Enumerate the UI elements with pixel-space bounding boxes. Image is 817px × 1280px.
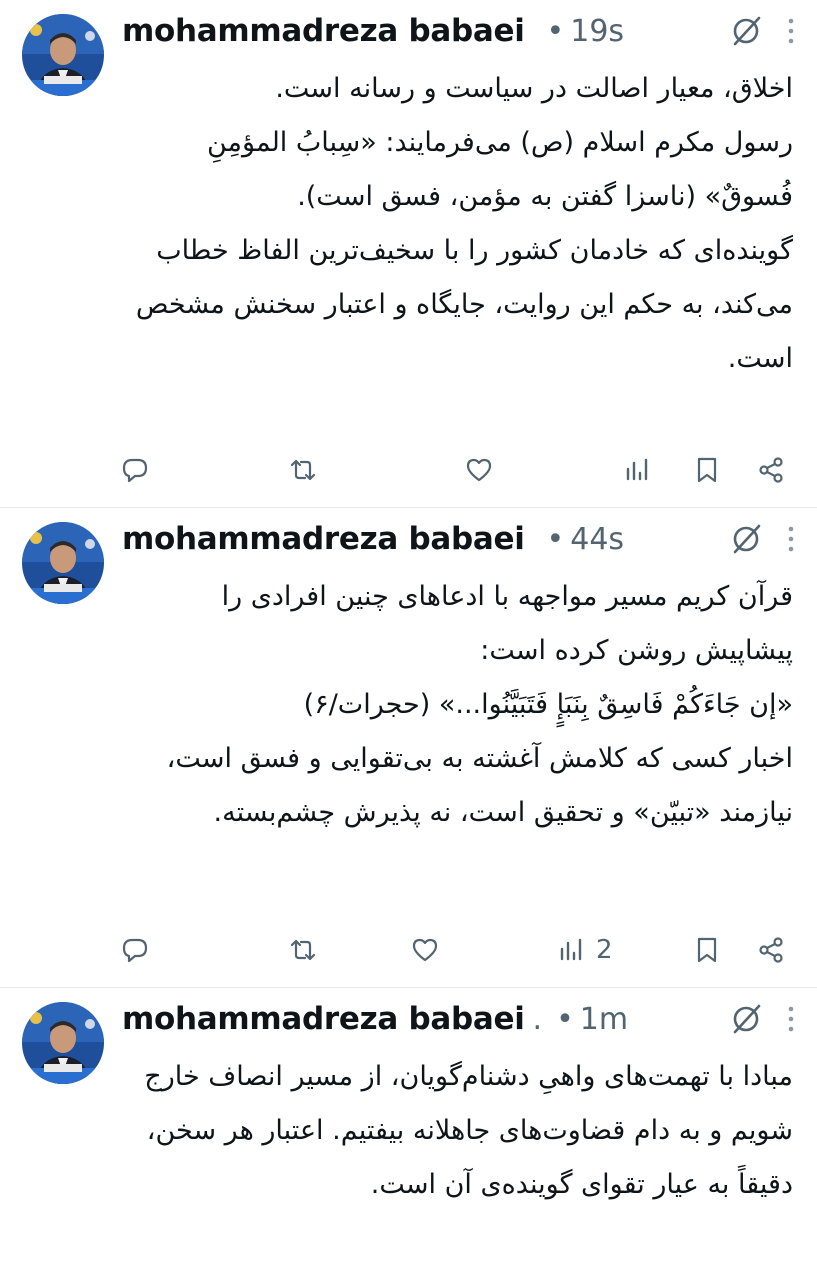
post-text: مبادا با تهمت‌های واهیِ دشنام‌گویان، از …: [116, 1050, 793, 1212]
avatar-photo: [22, 522, 104, 604]
post-header: mohammadreza babaei • 44s: [122, 516, 797, 562]
post-timestamp[interactable]: 1m: [580, 1002, 628, 1037]
share-button[interactable]: [756, 928, 786, 972]
separator-dot: •: [556, 1001, 574, 1037]
separator-dot: •: [546, 521, 565, 557]
grok-icon[interactable]: [729, 14, 763, 48]
timeline-feed: mohammadreza babaei • 19s اخلاق، معیار ا…: [0, 0, 817, 1280]
more-vertical-icon[interactable]: [785, 1004, 797, 1034]
views-button[interactable]: [622, 448, 662, 492]
like-button[interactable]: [410, 928, 440, 972]
retweet-button[interactable]: [288, 448, 318, 492]
post-timestamp[interactable]: 44s: [570, 522, 624, 557]
share-icon: [759, 937, 783, 963]
post-2[interactable]: mohammadreza babaei • 44s قرآن کریم مسیر…: [0, 508, 817, 988]
post-header: mohammadreza babaei • 19s: [122, 8, 797, 54]
grok-icon[interactable]: [729, 1002, 763, 1036]
avatar-photo: [22, 14, 104, 96]
separator-dot: •: [546, 13, 565, 49]
avatar[interactable]: [22, 1002, 104, 1084]
post-3[interactable]: mohammadreza babaei . • 1m مبادا با تهمت…: [0, 988, 817, 1280]
reply-button[interactable]: [120, 448, 150, 492]
bookmark-button[interactable]: [692, 928, 722, 972]
more-vertical-icon[interactable]: [785, 524, 797, 554]
views-button[interactable]: 2: [556, 928, 613, 972]
heart-icon: [412, 938, 438, 962]
avatar[interactable]: [22, 522, 104, 604]
share-button[interactable]: [756, 448, 786, 492]
avatar-photo: [22, 1002, 104, 1084]
bookmark-icon: [697, 937, 717, 963]
post-1[interactable]: mohammadreza babaei • 19s اخلاق، معیار ا…: [0, 0, 817, 508]
post-paragraph: اخلاق، معیار اصالت در سیاست و رسانه است.: [275, 73, 793, 104]
more-vertical-icon[interactable]: [785, 16, 797, 46]
post-paragraph: اخبار کسی که کلامش آغشته به بی‌تقوایی و …: [166, 743, 793, 828]
avatar[interactable]: [22, 14, 104, 96]
post-header: mohammadreza babaei . • 1m: [122, 996, 797, 1042]
retweet-icon: [290, 459, 316, 481]
author-name[interactable]: mohammadreza babaei: [122, 521, 525, 557]
author-name[interactable]: mohammadreza babaei: [122, 1001, 525, 1037]
retweet-icon: [290, 939, 316, 961]
bookmark-icon: [697, 457, 717, 483]
action-bar: 2: [116, 928, 797, 972]
grok-icon[interactable]: [729, 522, 763, 556]
views-count: 2: [596, 935, 613, 965]
post-timestamp[interactable]: 19s: [570, 14, 624, 49]
like-button[interactable]: [464, 448, 494, 492]
heart-icon: [466, 458, 492, 482]
author-name[interactable]: mohammadreza babaei: [122, 13, 525, 49]
reply-button[interactable]: [120, 928, 150, 972]
views-chart-icon: [626, 458, 648, 481]
reply-icon: [122, 458, 148, 483]
post-paragraph: «إن جَاءَكُمْ فَاسِقٌ بِنَبَإٍ فَتَبَيَّ…: [303, 689, 793, 720]
reply-icon: [122, 938, 148, 963]
post-text: اخلاق، معیار اصالت در سیاست و رسانه است.…: [116, 62, 793, 386]
post-paragraph: گوینده‌ای که خادمان کشور را با سخیف‌ترین…: [135, 235, 793, 374]
post-paragraph: قرآن کریم مسیر مواجهه با ادعاهای چنین اف…: [221, 581, 793, 666]
retweet-button[interactable]: [288, 928, 318, 972]
post-text: قرآن کریم مسیر مواجهه با ادعاهای چنین اف…: [116, 570, 793, 840]
share-icon: [759, 457, 783, 483]
post-paragraph: رسول مکرم اسلام (ص) می‌فرمایند: «سِبابُ …: [207, 127, 793, 212]
author-suffix: .: [532, 1001, 543, 1037]
bookmark-button[interactable]: [692, 448, 722, 492]
views-chart-icon: [560, 938, 582, 961]
action-bar: [116, 448, 797, 492]
post-paragraph: مبادا با تهمت‌های واهیِ دشنام‌گویان، از …: [144, 1061, 793, 1200]
